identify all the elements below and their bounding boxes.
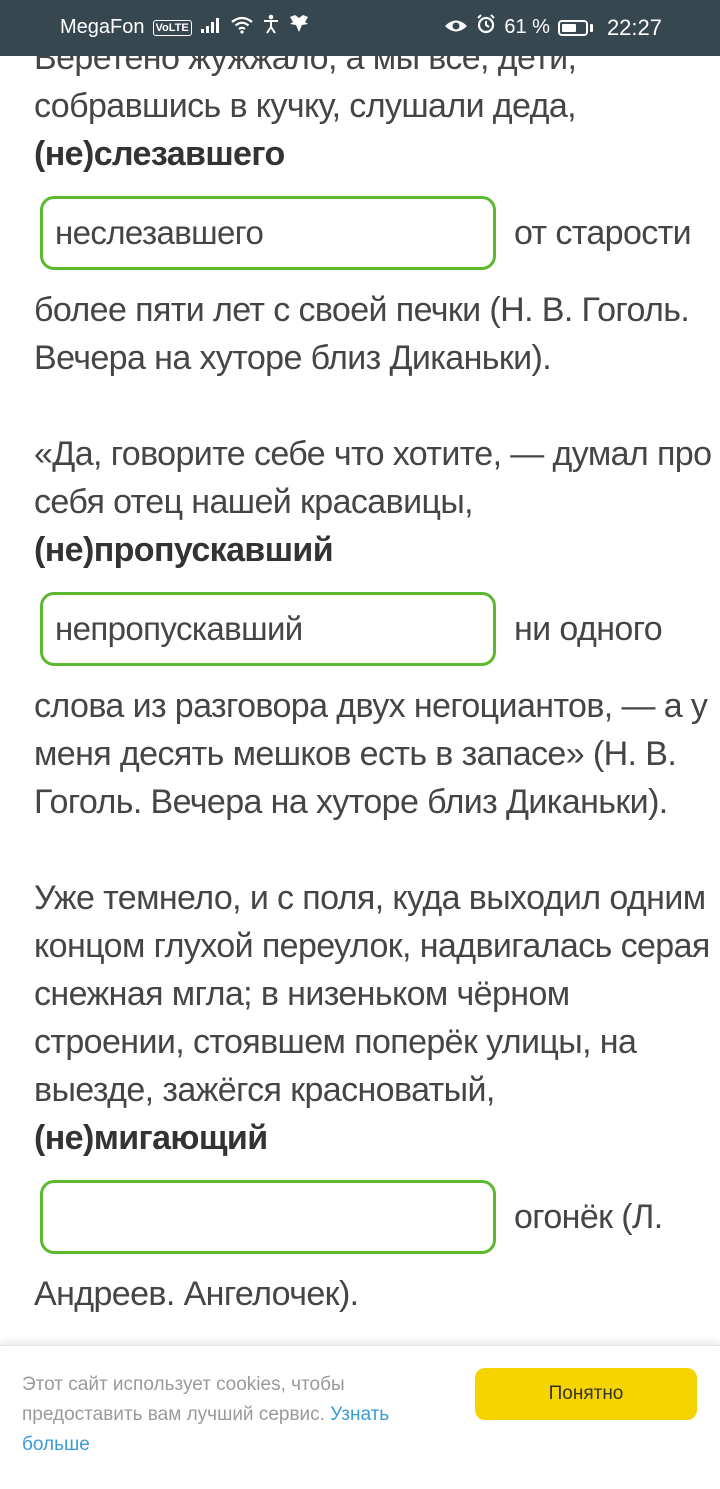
text-line: более пяти лет с своей печки (Н. В. Гого… [34,291,690,329]
text-line: «Да, говорите себе что хотите, — думал п… [34,435,712,473]
text-fragment: огонёк (Л. [514,1198,663,1236]
text-line: собравшись в кучку, слушали деда, [34,87,577,125]
battery-percent: 61 % [504,16,550,38]
text-line: Гоголь. Вечера на хуторе близ Диканьки). [34,783,668,821]
text-line: слова из разговора двух негоциантов, — а… [34,687,708,725]
wifi-icon [230,15,254,41]
task-word: (не)мигающий [34,1119,268,1157]
text-line: снежная мгла; в низеньком чёрном [34,975,570,1013]
carrier-name: MegaFon [60,16,145,38]
battery-tip [589,23,593,32]
text-fragment: ни одного [514,610,663,648]
text-line: концом глухой переулок, надвигалась сера… [34,927,710,965]
answer-row: от старости [34,196,694,272]
eye-icon [444,15,468,41]
accept-cookies-button[interactable]: Понятно [475,1368,697,1420]
task-word: (не)слезавшего [34,135,285,173]
eagle-icon [288,14,310,41]
text-line: себя отец нашей красавицы, [34,483,474,521]
battery-fill [561,23,577,32]
text-line: Андреев. Ангелочек). [34,1275,359,1313]
battery-icon [557,19,588,36]
status-right: 61 % 22:27 [444,14,662,41]
cookie-message: Этот сайт использует cookies, чтобы пред… [22,1370,442,1460]
text-line: Вечера на хуторе близ Диканьки). [34,339,552,377]
answer-row: огонёк (Л. [34,1180,694,1256]
answer-input-2[interactable] [40,592,496,666]
text-line: строении, стоявшем поперёк улицы, на [34,1023,637,1061]
exercise-text: Веретено жужжало, а мы все, дети, собрав… [34,34,712,1318]
alarm-icon [476,14,496,41]
text-fragment: от старости [514,214,692,252]
cookie-text: Этот сайт использует cookies, чтобы пред… [22,1374,345,1425]
text-line: выезде, зажёгся красноватый, [34,1071,495,1109]
status-bar: MegaFon VoLTE 61 % 22:27 [0,0,720,56]
text-line: меня десять мешков есть в запасе» (Н. В. [34,735,677,773]
page: Веретено жужжало, а мы все, дети, собрав… [0,0,720,1489]
status-left: MegaFon VoLTE [60,14,310,41]
answer-input-3[interactable] [40,1180,496,1254]
cookie-banner: Этот сайт использует cookies, чтобы пред… [0,1345,720,1489]
volte-badge: VoLTE [152,19,192,36]
accessibility-icon [262,14,280,41]
task-word: (не)пропускавший [34,531,334,569]
text-line: Уже темнело, и с поля, куда выходил одни… [34,879,706,917]
clock: 22:27 [606,14,662,40]
answer-row: ни одного [34,592,694,668]
answer-input-1[interactable] [40,196,496,270]
signal-icon [200,15,222,41]
